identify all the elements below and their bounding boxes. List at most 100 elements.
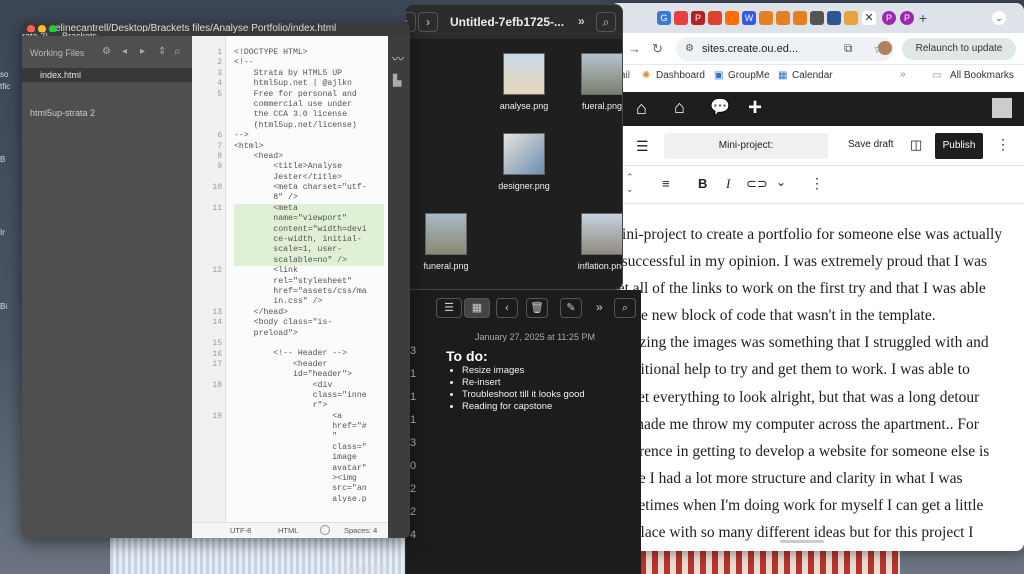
forward-icon[interactable]: → <box>628 41 641 56</box>
code-line[interactable]: " <box>234 432 384 442</box>
code-line[interactable]: Strata by HTML5 UP <box>234 69 384 79</box>
file-item[interactable]: analyse.png <box>484 53 564 111</box>
trash-icon[interactable]: 🗑 <box>526 298 548 318</box>
tab-favicon[interactable] <box>844 11 858 25</box>
new-folder-button[interactable]: New Folder <box>344 564 390 574</box>
forward-icon[interactable]: › <box>418 12 438 32</box>
tab-favicon[interactable] <box>776 11 790 25</box>
relaunch-button[interactable]: Relaunch to update <box>902 38 1016 60</box>
all-bookmarks[interactable]: All Bookmarks <box>950 70 1014 81</box>
code-line[interactable]: <header <box>234 360 384 370</box>
add-folder-icon[interactable]: ⊕ <box>330 564 338 574</box>
reload-icon[interactable]: ↻ <box>652 41 663 57</box>
extensions-icon[interactable]: ⧉ <box>844 41 853 56</box>
tab-favicon[interactable]: P <box>882 11 896 25</box>
encoding-dropdown[interactable]: UTF-8 <box>230 526 251 535</box>
code-line[interactable]: <!-- Header --> <box>234 349 384 359</box>
publish-button[interactable]: Publish <box>935 133 983 159</box>
code-line[interactable]: <link <box>234 266 384 276</box>
code-line[interactable]: <body class="is- <box>234 318 384 328</box>
code-editor[interactable]: 1 2 3 4 5 6 7 8 9 10 11 12 13 14 15 16 17 18 19 <!DOCTYPE … <box>192 36 388 522</box>
comments-icon[interactable]: 💬 <box>710 97 730 117</box>
code-line[interactable]: <title>Analyse <box>234 162 384 172</box>
search-icon[interactable]: ⌕ <box>174 44 181 59</box>
code-line[interactable]: html5up.net | @ajlkn <box>234 79 384 89</box>
code-line[interactable]: <meta charset="utf- <box>234 183 384 193</box>
scroll-handle[interactable] <box>780 540 824 543</box>
code-line[interactable]: alyse.p <box>234 495 384 505</box>
project-dropdown[interactable]: html5up-strata 2 <box>30 108 95 118</box>
code-line[interactable]: <meta <box>234 203 384 215</box>
working-file-item[interactable]: index.html <box>22 68 192 82</box>
code-line[interactable]: Free for personal and <box>234 90 384 100</box>
code-line[interactable]: href="# <box>234 422 384 432</box>
list-view-icon[interactable]: ☰ <box>436 298 462 318</box>
tab-favicon[interactable]: P <box>691 11 705 25</box>
list-item[interactable]: Re-insert <box>462 377 585 389</box>
code-line[interactable]: ce-width, initial- <box>234 235 384 246</box>
split-view-icon[interactable]: ⚙ <box>102 46 111 57</box>
code-line[interactable]: <html> <box>234 142 384 152</box>
my-sites-icon[interactable]: ⌂ <box>636 98 647 119</box>
search-icon[interactable]: ⌕ <box>596 12 616 32</box>
profile-avatar[interactable] <box>878 41 892 55</box>
tab-favicon[interactable] <box>810 11 824 25</box>
code-line[interactable]: r"> <box>234 401 384 411</box>
chevron-right-icon[interactable]: » <box>900 69 906 80</box>
code-line[interactable]: the CCA 3.0 license <box>234 110 384 120</box>
code-line[interactable]: src="an <box>234 484 384 494</box>
code-line[interactable]: id="header"> <box>234 370 384 380</box>
nav-forward-icon[interactable]: ▸ <box>140 46 145 57</box>
code-line[interactable]: class="inne <box>234 391 384 401</box>
code-line[interactable]: content="width=devi <box>234 224 384 236</box>
note-heading[interactable]: To do: <box>446 348 488 364</box>
code-line[interactable]: scalable=no" /> <box>234 255 384 267</box>
list-item[interactable]: Reading for capstone <box>462 401 585 413</box>
code-line[interactable]: preload"> <box>234 329 384 339</box>
code-line[interactable]: <a <box>234 412 384 422</box>
tab-favicon[interactable] <box>827 11 841 25</box>
close-tab-icon[interactable]: ✕ <box>862 11 876 25</box>
document-overview-icon[interactable]: ☰ <box>636 138 649 155</box>
home-icon[interactable]: ⌂ <box>674 97 685 118</box>
code-line[interactable]: (html5up.net/license) <box>234 121 384 131</box>
code-line[interactable]: <!DOCTYPE HTML> <box>234 48 384 58</box>
code-line[interactable]: ><img <box>234 474 384 484</box>
file-item[interactable]: fueral.png <box>562 53 622 111</box>
code-line[interactable]: commercial use under <box>234 100 384 110</box>
live-preview-icon[interactable]: 〰 <box>392 50 404 67</box>
chevron-down-icon[interactable]: ⌄ <box>992 11 1006 25</box>
tab-favicon[interactable] <box>674 11 688 25</box>
code-line[interactable] <box>234 339 384 349</box>
sidebar-toggle-icon[interactable]: ◫ <box>910 137 922 153</box>
list-item[interactable]: Troubleshoot till it looks good <box>462 389 585 401</box>
bookmark-groupme[interactable]: GroupMe <box>728 70 770 81</box>
code-line[interactable]: rel="stylesheet" <box>234 277 384 287</box>
code-line[interactable]: in.css" /> <box>234 297 384 307</box>
code-line[interactable]: class=" <box>234 443 384 453</box>
options-icon[interactable]: ⋮ <box>996 136 1010 153</box>
site-info-icon[interactable]: ⚙ <box>685 37 694 61</box>
lint-status-icon[interactable] <box>320 525 330 535</box>
new-tab-icon[interactable]: + <box>916 11 930 25</box>
url-input[interactable]: ⚙ sites.create.ou.ed... ☆ <box>676 37 894 61</box>
file-item[interactable]: inflation.png <box>562 213 622 271</box>
document-title-bar[interactable]: Mini-project: <box>664 133 828 159</box>
todo-list[interactable]: Resize images Re-insert Troubleshoot til… <box>462 365 585 413</box>
bold-icon[interactable]: B <box>698 176 707 191</box>
bookmark-dashboard[interactable]: Dashboard <box>656 70 705 81</box>
post-content[interactable]: mini-project to create a portfolio for s… <box>610 221 1024 546</box>
code-line[interactable]: <!-- <box>234 58 384 68</box>
language-dropdown[interactable]: HTML <box>278 526 298 535</box>
back-icon[interactable]: ‹ <box>496 298 518 318</box>
code-line[interactable]: <div <box>234 381 384 391</box>
nav-back-icon[interactable]: ◂ <box>122 46 127 57</box>
move-block-icon[interactable]: ⌃ ⌄ <box>626 171 634 195</box>
code-line[interactable]: scale=1, user- <box>234 245 384 256</box>
code-text[interactable]: <!DOCTYPE HTML> <!-- Strata by HTML5 UP h… <box>234 48 384 505</box>
bookmark-calendar[interactable]: Calendar <box>792 70 833 81</box>
indent-setting[interactable]: Spaces: 4 <box>344 526 377 535</box>
code-line[interactable]: <head> <box>234 152 384 162</box>
more-options-icon[interactable]: ⋮ <box>810 175 824 192</box>
code-line[interactable]: avatar" <box>234 464 384 474</box>
